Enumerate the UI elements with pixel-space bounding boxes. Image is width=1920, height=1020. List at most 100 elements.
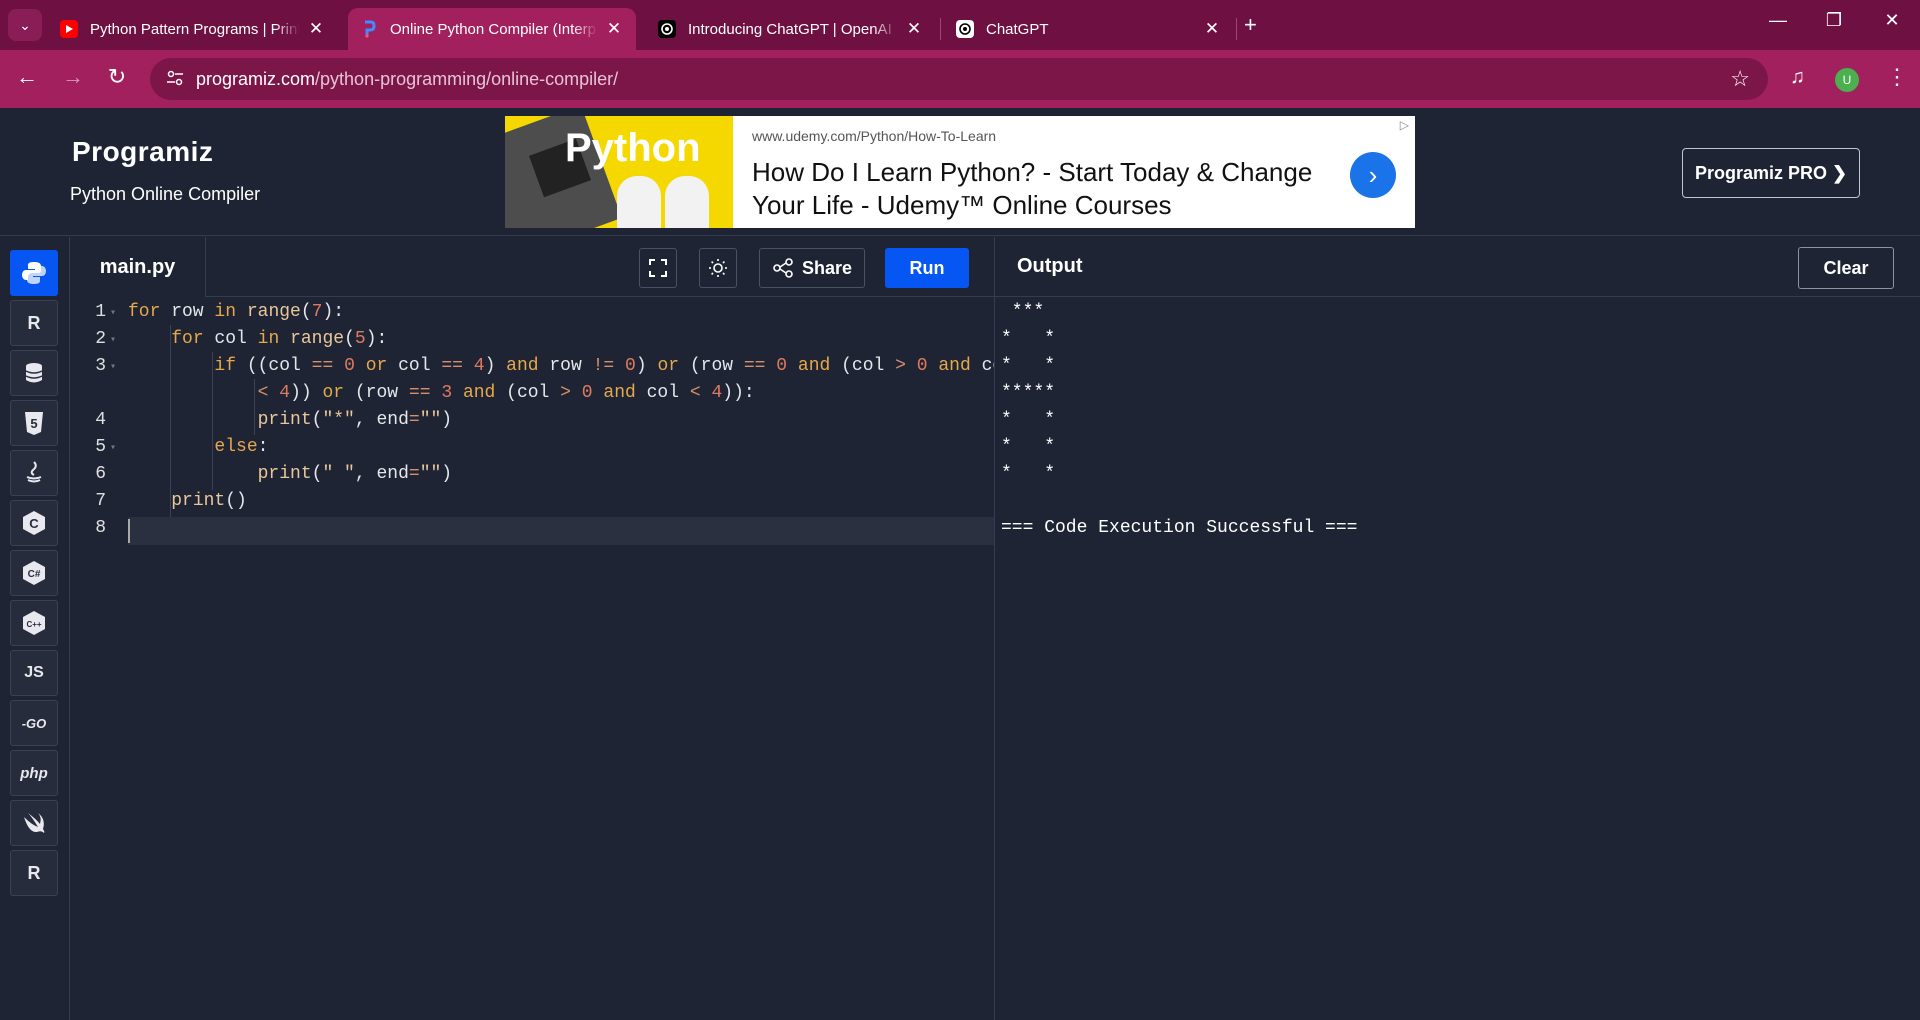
tab-divider (1236, 18, 1237, 40)
tab-online-python-compiler[interactable]: Online Python Compiler (Interp ✕ (348, 8, 636, 50)
tab-title: Introducing ChatGPT | OpenAI (688, 20, 892, 38)
url-host: programiz.com (196, 69, 316, 89)
swift-icon[interactable] (10, 800, 58, 846)
media-control-icon[interactable]: ♫ (1790, 66, 1805, 89)
tab-introducing-chatgpt[interactable]: Introducing ChatGPT | OpenAI ✕ (646, 8, 936, 50)
omnibox[interactable]: programiz.com/python-programming/online-… (150, 58, 1768, 100)
ad-image: Python (505, 116, 733, 228)
c-label: C (29, 516, 39, 531)
browser-menu-icon[interactable]: ⋮ (1886, 64, 1908, 90)
tab-python-pattern[interactable]: Python Pattern Programs | Print ✕ (48, 8, 338, 50)
share-button[interactable]: Share (759, 248, 865, 288)
js-icon[interactable]: JS (10, 650, 58, 696)
output-line: * * (1001, 356, 1056, 376)
fold-caret-icon[interactable]: ▾ (110, 361, 116, 373)
fold-caret-icon[interactable]: ▾ (110, 307, 116, 319)
r-icon[interactable]: R (10, 300, 58, 346)
output-header: Output Clear (994, 237, 1920, 297)
reload-icon[interactable]: ↻ (102, 64, 132, 90)
output-line: * * (1001, 329, 1056, 349)
site-header: Programiz Python Online Compiler Python … (0, 108, 1920, 236)
code-line-6: print(" ", end="") (257, 464, 453, 484)
fullscreen-icon[interactable] (639, 248, 677, 288)
output-line: * * (1001, 464, 1056, 484)
line-number: 3 (95, 356, 106, 376)
restore-icon[interactable]: ❐ (1814, 10, 1854, 31)
html5-icon[interactable]: 5 (10, 400, 58, 446)
code-line-4: print("*", end="") (257, 410, 453, 430)
tab-title: Online Python Compiler (Interp (390, 20, 596, 38)
output-title: Output (1017, 255, 1083, 277)
execution-status-line: === Code Execution Successful === (1001, 518, 1358, 538)
java-icon[interactable] (10, 450, 58, 496)
window-close-icon[interactable]: ✕ (1872, 10, 1912, 31)
tab-divider (940, 18, 941, 40)
output-console[interactable]: *** * * * * ***** * * * * * * === Code E… (994, 297, 1920, 1020)
tab-chatgpt[interactable]: ChatGPT ✕ (944, 8, 1234, 50)
sql-icon[interactable] (10, 350, 58, 396)
tab-title: Python Pattern Programs | Print (90, 20, 300, 38)
fold-caret-icon[interactable]: ▾ (110, 442, 116, 454)
minimize-icon[interactable]: — (1758, 10, 1798, 31)
new-tab-plus-icon[interactable]: + (1244, 12, 1257, 38)
run-button[interactable]: Run (885, 248, 969, 288)
ad-chevron-right-icon[interactable]: › (1350, 152, 1396, 198)
site-info-icon[interactable] (164, 68, 186, 90)
sneaker-graphic (665, 176, 709, 228)
line-number: 6 (95, 464, 106, 484)
php-icon[interactable]: php (10, 750, 58, 796)
share-label: Share (801, 257, 853, 278)
line-number: 2 (95, 329, 106, 349)
file-tab-main-py[interactable]: main.py (70, 237, 206, 297)
openai-icon (658, 20, 676, 38)
programiz-pro-button[interactable]: Programiz PRO ❯ (1682, 148, 1860, 198)
output-line: *** (1001, 302, 1045, 322)
code-line-3: if ((col == 0 or col == 4) and row != 0)… (214, 356, 1014, 376)
profile-avatar[interactable]: U (1835, 68, 1859, 92)
youtube-icon (60, 20, 78, 38)
code-line-1: for row in range(7): (128, 302, 345, 322)
cpp-icon[interactable]: C++ (10, 600, 58, 646)
output-line: ***** (1001, 383, 1056, 403)
rust-icon[interactable]: R (10, 850, 58, 896)
python-icon[interactable] (10, 250, 58, 296)
openai-icon (956, 20, 974, 38)
close-icon[interactable]: ✕ (604, 19, 624, 39)
forward-arrow-icon[interactable]: → (58, 64, 88, 90)
line-number: 8 (95, 518, 106, 538)
code-line-5: else: (214, 437, 269, 457)
url-text[interactable]: programiz.com/python-programming/online-… (196, 69, 618, 90)
url-path: /python-programming/online-compiler/ (315, 69, 619, 89)
close-icon[interactable]: ✕ (1202, 19, 1222, 39)
tab-search-chevron-icon[interactable]: ⌄ (8, 9, 42, 41)
ad-title[interactable]: How Do I Learn Python? - Start Today & C… (752, 156, 1332, 222)
csharp-label: C# (28, 569, 41, 580)
fold-caret-icon[interactable]: ▾ (110, 334, 116, 346)
html5-label: 5 (30, 416, 37, 431)
output-line: * * (1001, 410, 1056, 430)
line-number: 5 (95, 437, 106, 457)
clear-button[interactable]: Clear (1798, 247, 1894, 289)
ad-choices-icon[interactable]: ▷ (1400, 118, 1409, 132)
close-icon[interactable]: ✕ (904, 19, 924, 39)
line-number: 7 (95, 491, 106, 511)
go-icon[interactable]: -GO (10, 700, 58, 746)
programiz-logo[interactable]: Programiz (72, 136, 213, 168)
tab-title: ChatGPT (986, 20, 1049, 38)
sneaker-graphic (617, 176, 661, 228)
code-line-7: print() (171, 491, 247, 511)
advertisement-banner[interactable]: Python www.udemy.com/Python/How-To-Learn… (505, 116, 1415, 228)
ad-url: www.udemy.com/Python/How-To-Learn (752, 128, 997, 144)
c-icon[interactable]: C (10, 500, 58, 546)
code-line-3-wrap: < 4)) or (row == 3 and (col > 0 and col … (257, 383, 755, 403)
theme-sun-icon[interactable] (699, 248, 737, 288)
close-icon[interactable]: ✕ (306, 19, 326, 39)
output-line: * * (1001, 437, 1056, 457)
bookmark-star-icon[interactable]: ☆ (1730, 66, 1750, 92)
back-arrow-icon[interactable]: ← (12, 64, 42, 90)
text-cursor (128, 519, 130, 543)
browser-tab-strip: ⌄ Python Pattern Programs | Print ✕ Onli… (0, 0, 1920, 50)
code-editor[interactable]: 1 ▾ for row in range(7): 2 ▾ for col in … (70, 297, 1014, 1020)
share-icon (773, 258, 793, 278)
csharp-icon[interactable]: C# (10, 550, 58, 596)
